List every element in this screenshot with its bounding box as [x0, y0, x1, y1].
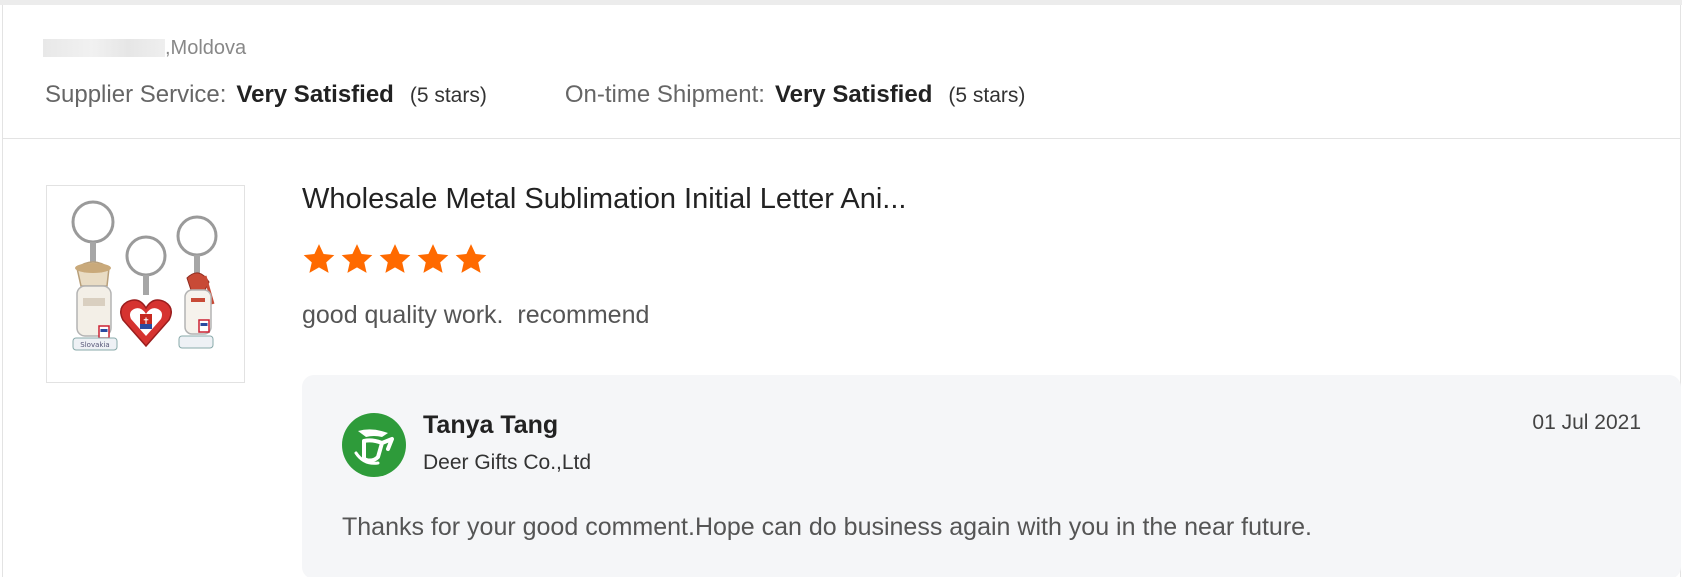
keychain-product-thumbnail-icon: Slovakia ✝ [71, 200, 218, 351]
product-title[interactable]: Wholesale Metal Sublimation Initial Lett… [302, 183, 906, 216]
keychain-label-left: Slovakia [80, 341, 109, 349]
keychain-heart-middle: ✝ [120, 235, 172, 348]
reply-date: 01 Jul 2021 [1532, 411, 1641, 434]
replier-name: Tanya Tang [423, 411, 559, 439]
shipment-label: On-time Shipment: [564, 81, 765, 108]
supplier-service-value: Very Satisfied [236, 81, 394, 108]
supplier-service-stars: (5 stars) [409, 84, 487, 107]
deer-logo-icon [342, 413, 406, 477]
keychain-figure-left: Slovakia [71, 200, 118, 351]
buyer-country: ,Moldova [165, 36, 247, 59]
review-comment: good quality work. recommend [302, 301, 650, 329]
review-card: ,Moldova Supplier Service: Very Satisfied… [2, 5, 1681, 577]
ratings-row: Supplier Service: Very Satisfied (5 stars)… [45, 81, 1025, 109]
replier-company[interactable]: Deer Gifts Co.,Ltd [423, 451, 591, 475]
star-icon [340, 243, 374, 275]
star-icon [416, 243, 450, 275]
supplier-reply: Tanya Tang Deer Gifts Co.,Ltd 01 Jul 202… [302, 375, 1681, 577]
shipment-rating: On-time Shipment: Very Satisfied (5 stars) [565, 81, 1026, 109]
redacted-buyer-name [43, 39, 165, 57]
review-page: ,Moldova Supplier Service: Very Satisfied… [0, 0, 1682, 577]
supplier-service-label: Supplier Service: [45, 81, 227, 108]
shipment-value: Very Satisfied [774, 81, 933, 108]
svg-text:✝: ✝ [142, 317, 150, 327]
section-divider [3, 138, 1680, 139]
keychain-figure-right [176, 215, 218, 349]
supplier-service-rating: Supplier Service: Very Satisfied (5 stars) [45, 81, 487, 109]
buyer-location: ,Moldova [43, 36, 246, 60]
product-star-rating [302, 243, 488, 275]
star-icon [378, 243, 412, 275]
star-icon [454, 243, 488, 275]
star-icon [302, 243, 336, 275]
product-thumbnail[interactable]: Slovakia ✝ [46, 185, 245, 383]
reply-text: Thanks for your good comment.Hope can do… [342, 513, 1313, 541]
shipment-stars: (5 stars) [948, 84, 1026, 107]
